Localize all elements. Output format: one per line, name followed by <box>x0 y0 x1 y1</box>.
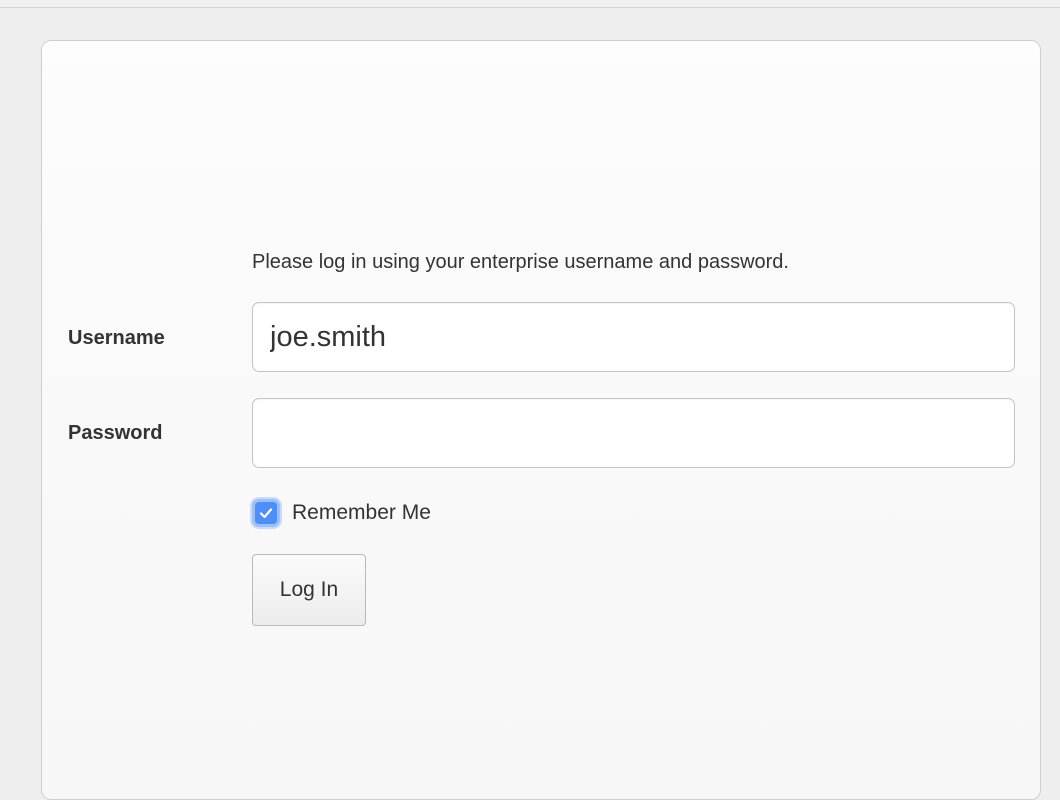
remember-me-row[interactable]: Remember Me <box>252 496 431 530</box>
username-input[interactable] <box>252 302 1015 372</box>
password-label: Password <box>68 422 163 444</box>
checkmark-icon <box>259 508 273 519</box>
remember-me-checkbox[interactable] <box>252 499 280 527</box>
remember-me-label[interactable]: Remember Me <box>292 501 431 525</box>
username-label: Username <box>68 327 165 349</box>
window-top-edge <box>0 0 1060 8</box>
log-in-button[interactable]: Log In <box>252 554 366 626</box>
login-instructions: Please log in using your enterprise user… <box>252 251 789 273</box>
login-panel: Please log in using your enterprise user… <box>41 40 1041 800</box>
password-input[interactable] <box>252 398 1015 468</box>
